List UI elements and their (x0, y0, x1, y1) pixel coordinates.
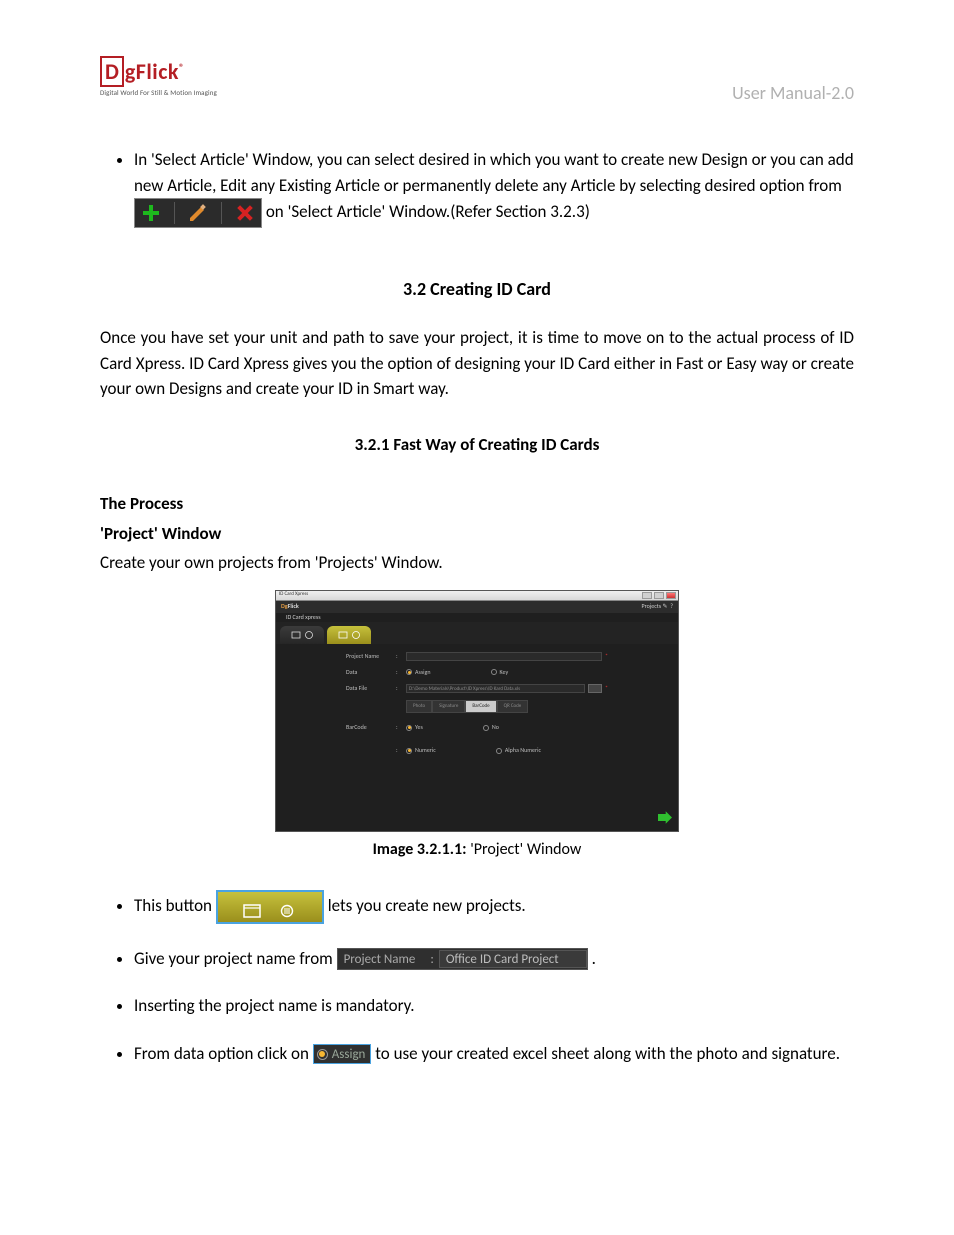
project-window-body: Create your own projects from 'Projects'… (100, 550, 854, 576)
icon-separator (221, 202, 222, 224)
subtab-qrcode[interactable]: QR Code (497, 700, 529, 714)
row-barcode-type: : Numeric Alpha Numeric (346, 746, 608, 755)
caption-rest: 'Project' Window (467, 840, 582, 859)
maximize-button[interactable] (654, 592, 664, 599)
row-data-file: Data File: D:\Demo Materials\Product\ID … (346, 684, 608, 693)
radio-dot-icon (496, 748, 502, 754)
folder-icon (338, 630, 348, 640)
radio-key[interactable]: Key (491, 668, 509, 677)
figure-project-window: ID Card Xpress DgFlick Projects ✎ ? ID C… (275, 590, 679, 862)
caption-bold: Image 3.2.1.1: (373, 840, 467, 859)
add-icon (140, 202, 162, 224)
subtab-photo[interactable]: Photo (406, 700, 432, 714)
project-tabs (276, 622, 678, 644)
radio-dot-icon (483, 725, 489, 731)
tab-new-project[interactable] (327, 626, 371, 644)
bullet-assign: From data option click on Assign to use … (134, 1041, 854, 1067)
window-buttons (642, 592, 678, 599)
logo-subtitle: Digital World For Still & Motion Imaging (100, 88, 217, 99)
app-topbar: DgFlick Projects ✎ ? (276, 601, 678, 613)
radio-dot-icon (406, 669, 412, 675)
app-window: ID Card Xpress DgFlick Projects ✎ ? ID C… (275, 590, 679, 832)
radio-dot-icon (406, 748, 412, 754)
browse-button[interactable] (588, 684, 602, 693)
toolbar-add-edit-delete (134, 198, 262, 228)
bullet-mandatory: Inserting the project name is mandatory. (134, 993, 854, 1019)
radio-dot-icon (317, 1049, 328, 1060)
page-header: DgFlick® Digital World For Still & Motio… (100, 55, 854, 107)
bullet-text-part1: In 'Select Article' Window, you can sele… (134, 149, 854, 196)
app-brand-text: Flick (288, 602, 299, 611)
project-name-field-inline: Project Name : Office ID Card Project (337, 948, 588, 970)
folder-icon (291, 630, 301, 640)
window-icon (243, 900, 261, 914)
row-barcode: BarCode: Yes No (346, 723, 608, 732)
next-arrow-button[interactable] (658, 811, 672, 825)
edit-icon (187, 202, 209, 224)
data-file-path[interactable]: D:\Demo Materials\Product\ID Xpress\ID K… (406, 684, 585, 693)
project-form: Project Name: * Data: Assign Key Data Fi… (276, 644, 678, 769)
bullet-new-project-button: This button lets you create new projects… (134, 890, 854, 924)
assign-label: Assign (332, 1045, 366, 1065)
tab-open-project[interactable] (280, 626, 324, 644)
app-top-right: Projects ✎ ? (642, 602, 673, 611)
minimize-button[interactable] (642, 592, 652, 599)
pn-value[interactable]: Office ID Card Project (439, 950, 587, 968)
section-heading: 3.2 Creating ID Card (100, 276, 854, 303)
pn-label: Project Name (338, 950, 426, 970)
radio-barcode-no[interactable]: No (483, 723, 499, 732)
app-product-label: ID Card xpress (276, 613, 678, 622)
subtab-signature[interactable]: Signature (432, 700, 465, 714)
label-data-file: Data File (346, 684, 396, 693)
bullet-text-part2: on 'Select Article' Window.(Refer Sectio… (266, 201, 590, 222)
bullet-project-name: Give your project name from Project Name… (134, 946, 854, 972)
radio-dot-icon (491, 669, 497, 675)
app-brand-icon: Dg (281, 602, 288, 611)
project-name-input[interactable] (406, 652, 602, 661)
label-data: Data (346, 668, 396, 677)
manual-title: User Manual-2.0 (732, 80, 854, 107)
doc-icon (304, 630, 314, 640)
bullet-select-article: In 'Select Article' Window, you can sele… (134, 147, 854, 228)
bullets-lower: This button lets you create new projects… (100, 890, 854, 1067)
window-title: ID Card Xpress (279, 591, 308, 599)
window-titlebar: ID Card Xpress (276, 591, 678, 601)
radio-dot-icon (406, 725, 412, 731)
data-subtabs: Photo Signature BarCode QR Code (406, 700, 608, 714)
doc-icon (351, 630, 361, 640)
assign-radio-button[interactable]: Assign (313, 1044, 372, 1064)
radio-alphanumeric[interactable]: Alpha Numeric (496, 746, 541, 755)
figure-caption: Image 3.2.1.1: 'Project' Window (275, 838, 679, 862)
process-heading: The Process (100, 491, 854, 517)
icon-separator (174, 202, 175, 224)
radio-assign[interactable]: Assign (406, 668, 431, 677)
close-button[interactable] (666, 592, 676, 599)
section-body: Once you have set your unit and path to … (100, 325, 854, 402)
radio-numeric[interactable]: Numeric (406, 746, 436, 755)
label-project-name: Project Name (346, 652, 396, 661)
subsection-heading: 3.2.1 Fast Way of Creating ID Cards (100, 432, 854, 458)
row-project-name: Project Name: * (346, 652, 608, 661)
project-window-heading: 'Project' Window (100, 521, 854, 547)
logo-block: DgFlick® Digital World For Still & Motio… (100, 55, 217, 99)
subtab-barcode[interactable]: BarCode (465, 700, 496, 714)
doc-icon (279, 900, 297, 914)
content-list: In 'Select Article' Window, you can sele… (100, 147, 854, 228)
row-data: Data: Assign Key (346, 668, 608, 677)
delete-icon (234, 202, 256, 224)
new-project-button[interactable] (216, 890, 324, 924)
logo: DgFlick® (100, 55, 217, 88)
radio-barcode-yes[interactable]: Yes (406, 723, 423, 732)
label-barcode: BarCode (346, 723, 396, 732)
